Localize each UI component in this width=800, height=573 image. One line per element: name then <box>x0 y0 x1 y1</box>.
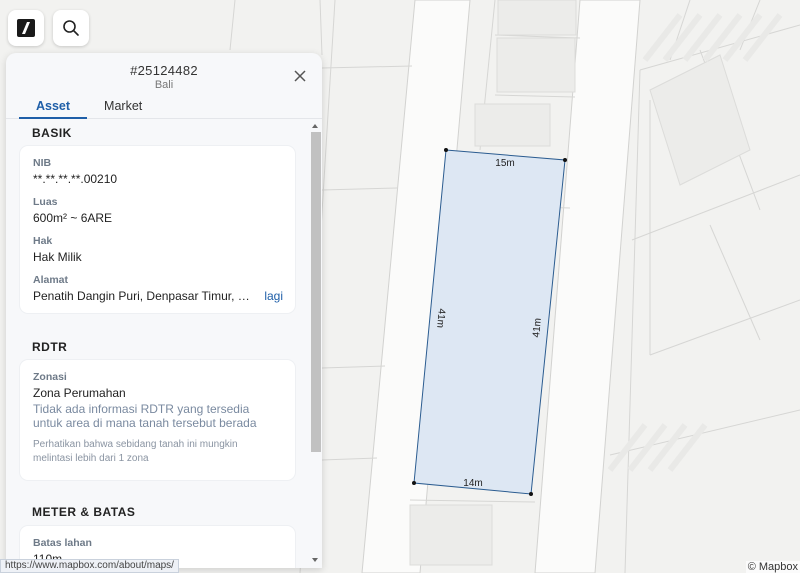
alamat-label: Alamat <box>33 274 69 286</box>
map-attribution[interactable]: © Mapbox <box>745 561 800 573</box>
scroll-down-arrow-icon[interactable] <box>312 558 318 562</box>
browser-status-url: https://www.mapbox.com/about/maps/ <box>0 559 179 573</box>
parcel-right-length: 41m <box>531 318 544 338</box>
panel-scrollbar[interactable] <box>309 121 321 568</box>
tab-asset[interactable]: Asset <box>19 95 88 119</box>
nib-label: NIB <box>33 157 52 169</box>
nib-value: **.**.**.**.00210 <box>33 172 118 186</box>
rdtr-note-line-2: melintasi lebih dari 1 zona <box>33 453 149 464</box>
alamat-value: Penatih Dangin Puri, Denpasar Timur, Kot… <box>33 289 253 303</box>
parcel-region: Bali <box>154 79 174 91</box>
basik-card: NIB **.**.**.**.00210 Luas 600m² ~ 6ARE … <box>20 146 295 313</box>
close-icon[interactable] <box>292 68 308 84</box>
search-icon <box>63 20 79 36</box>
rdtr-info-line-1: Tidak ada informasi RDTR yang tersedia <box>33 402 250 416</box>
search-button[interactable] <box>53 10 89 46</box>
hak-value: Hak Milik <box>33 250 82 264</box>
parcel-bottom-length: 14m <box>463 478 482 489</box>
app-logo-button[interactable] <box>8 10 44 46</box>
hak-label: Hak <box>33 235 53 247</box>
luas-label: Luas <box>33 196 58 208</box>
rdtr-note-line-1: Perhatikan bahwa sebidang tanah ini mung… <box>33 439 238 450</box>
alamat-more-link[interactable]: lagi <box>264 289 283 303</box>
section-title-basik: BASIK <box>32 126 72 140</box>
rdtr-card: Zonasi Zona Perumahan Tidak ada informas… <box>20 360 295 480</box>
zonasi-label: Zonasi <box>33 371 67 383</box>
panel-tabs: Asset Market <box>6 95 322 119</box>
panel-scroll-area[interactable]: BASIK NIB **.**.**.**.00210 Luas 600m² ~… <box>6 121 322 568</box>
parcel-left-length: 41m <box>434 308 447 328</box>
batas-lahan-label: Batas lahan <box>33 537 92 549</box>
section-title-rdtr: RDTR <box>32 340 68 354</box>
tab-market[interactable]: Market <box>87 95 159 119</box>
parcel-id: #25124482 <box>130 63 198 78</box>
section-title-meter-batas: METER & BATAS <box>32 505 136 519</box>
scrollbar-thumb[interactable] <box>311 132 321 452</box>
rdtr-info-line-2: untuk area di mana tanah tersebut berada <box>33 416 257 430</box>
parcel-top-length: 15m <box>495 158 514 169</box>
luas-value: 600m² ~ 6ARE <box>33 211 113 225</box>
scroll-up-arrow-icon[interactable] <box>312 124 318 128</box>
zonasi-value: Zona Perumahan <box>33 386 126 400</box>
panel-header: #25124482 Bali <box>6 53 322 95</box>
app-logo-icon <box>17 19 35 37</box>
parcel-detail-panel: #25124482 Bali Asset Market BASIK NIB **… <box>6 53 322 568</box>
